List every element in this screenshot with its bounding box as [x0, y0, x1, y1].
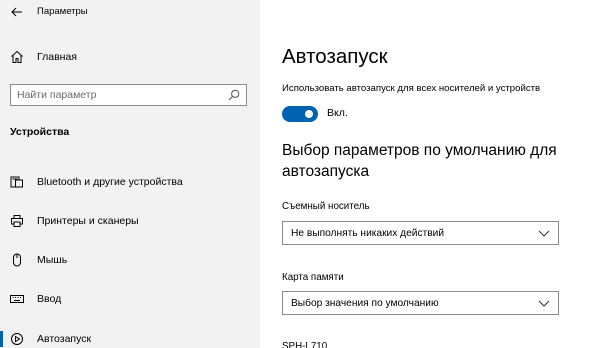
sidebar-item-typing[interactable]: Ввод [0, 286, 260, 312]
sidebar-item-label: Автозапуск [37, 333, 92, 345]
dropdown-value: Выбор значения по умолчанию [291, 298, 439, 309]
autoplay-toggle[interactable] [282, 106, 318, 122]
navigation-pane: Параметры Главная Устройства Bluetooth и… [0, 0, 260, 348]
toggle-knob [305, 110, 313, 118]
bluetooth-devices-icon [10, 176, 23, 188]
keyboard-icon [10, 295, 24, 303]
back-button[interactable] [6, 2, 28, 22]
memory-card-dropdown[interactable]: Выбор значения по умолчанию [282, 291, 559, 315]
back-arrow-icon [11, 7, 22, 17]
autoplay-toggle-description: Использовать автозапуск для всех носител… [282, 83, 541, 94]
sidebar-item-autoplay[interactable]: Автозапуск [0, 326, 260, 348]
search-icon[interactable] [228, 89, 240, 101]
chevron-down-icon [538, 300, 550, 307]
nav-home[interactable]: Главная [0, 46, 260, 68]
dropdown-value: Не выполнять никаких действий [291, 228, 445, 239]
sidebar-item-label: Принтеры и сканеры [37, 215, 139, 227]
chevron-down-icon [538, 230, 550, 237]
sidebar-item-mouse[interactable]: Мышь [0, 247, 260, 273]
sidebar-item-label: Ввод [37, 293, 62, 305]
sidebar-item-printers[interactable]: Принтеры и сканеры [0, 208, 260, 234]
sidebar-item-label: Bluetooth и другие устройства [37, 176, 183, 188]
page-title: Автозапуск [282, 45, 388, 68]
window-title: Параметры [37, 6, 88, 17]
memory-card-label: Карта памяти [282, 272, 344, 283]
search-input[interactable] [11, 85, 221, 105]
removable-drive-label: Съемный носитель [282, 201, 370, 212]
removable-drive-dropdown[interactable]: Не выполнять никаких действий [282, 221, 559, 245]
defaults-heading: Выбор параметров по умолчанию для автоза… [282, 142, 557, 180]
printer-icon [11, 215, 23, 227]
nav-home-label: Главная [37, 51, 77, 63]
device-label: SPH-L710 [282, 341, 328, 348]
content-pane: Автозапуск Использовать автозапуск для в… [260, 0, 600, 348]
sidebar-item-bluetooth[interactable]: Bluetooth и другие устройства [0, 169, 260, 195]
home-icon [11, 50, 23, 63]
toggle-state-label: Вкл. [327, 107, 348, 119]
title-bar: Параметры [0, 0, 260, 24]
search-box [10, 84, 247, 106]
settings-window: Параметры Главная Устройства Bluetooth и… [0, 0, 600, 348]
mouse-icon [13, 253, 21, 267]
sidebar-item-label: Мышь [37, 254, 68, 266]
autoplay-icon [11, 333, 23, 345]
nav-section-title: Устройства [10, 126, 70, 138]
